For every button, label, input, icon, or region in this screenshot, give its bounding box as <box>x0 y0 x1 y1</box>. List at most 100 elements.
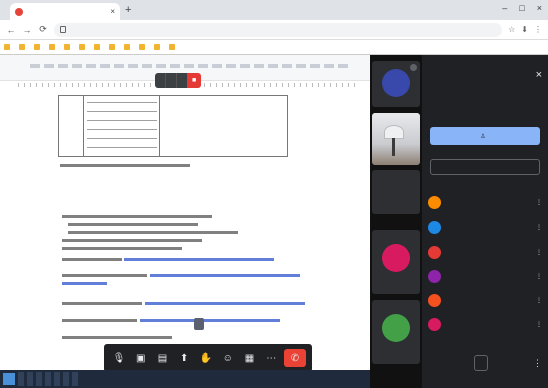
view-share-button[interactable] <box>194 318 204 330</box>
lamp-shade <box>384 125 404 139</box>
bookmark-item[interactable] <box>64 44 72 50</box>
bookmark-item[interactable] <box>79 44 87 50</box>
captions-icon: ▤ <box>157 352 168 364</box>
bookmark-item[interactable] <box>49 44 57 50</box>
bookmark-item[interactable] <box>139 44 147 50</box>
tab-close-icon[interactable]: × <box>110 7 115 16</box>
bookmark-item[interactable] <box>169 44 177 50</box>
participant-options-icon[interactable]: ⋮ <box>536 273 542 280</box>
reload-button[interactable]: ⟳ <box>38 24 48 35</box>
participant-row[interactable]: ⋮ <box>428 193 542 211</box>
hand-icon: ✋ <box>199 352 213 364</box>
present-icon: ⬆ <box>180 352 189 364</box>
participant-row[interactable]: ⋮ <box>428 218 542 236</box>
more-icon: ⋯ <box>266 352 277 364</box>
minimize-button[interactable]: – <box>502 3 507 13</box>
forward-button[interactable]: → <box>22 25 32 35</box>
participant-options-icon[interactable]: ⋮ <box>536 199 542 206</box>
taskbar-item[interactable] <box>36 372 42 386</box>
activities-button[interactable]: ▦ <box>241 349 259 367</box>
close-window-button[interactable]: × <box>537 3 542 13</box>
bookmark-item[interactable] <box>109 44 117 50</box>
add-people-button[interactable]: ♙ <box>430 127 540 145</box>
copy-link-button[interactable] <box>430 159 540 175</box>
taskbar-item[interactable] <box>63 372 69 386</box>
url-field[interactable] <box>54 22 503 37</box>
participant-avatar <box>428 220 441 234</box>
document-link-line <box>140 319 280 322</box>
camera-feed <box>372 113 420 165</box>
document-text-line <box>62 336 172 339</box>
participant-avatar <box>428 293 441 307</box>
browser-menu-icon[interactable]: ⋮ <box>534 25 542 34</box>
apps-icon: ▦ <box>244 352 255 364</box>
camera-icon: ▣ <box>136 352 146 364</box>
lock-icon <box>60 26 66 33</box>
captions-button[interactable]: ▤ <box>154 349 172 367</box>
participant-avatar <box>382 314 410 342</box>
bookmark-item[interactable] <box>94 44 102 50</box>
bookmark-icon <box>109 44 115 50</box>
back-button[interactable]: ← <box>6 25 16 35</box>
bookmark-icon <box>154 44 160 50</box>
participant-options-icon[interactable]: ⋮ <box>536 224 542 231</box>
panel-more-icon[interactable]: ⋮ <box>533 358 542 369</box>
panel-header: × <box>428 69 542 81</box>
new-tab-button[interactable]: + <box>125 4 131 16</box>
taskbar-item[interactable] <box>45 372 51 386</box>
video-tile[interactable] <box>372 300 420 364</box>
raise-hand-button[interactable]: ✋ <box>197 349 215 367</box>
bookmark-icon <box>79 44 85 50</box>
participant-row[interactable]: ⋮ <box>428 267 542 285</box>
star-icon[interactable]: ☆ <box>508 25 515 34</box>
shared-document <box>0 55 370 370</box>
document-toolbar-buttons <box>30 64 350 68</box>
bookmark-item[interactable] <box>124 44 132 50</box>
document-text-line <box>68 231 238 234</box>
mute-all-button[interactable] <box>474 355 488 371</box>
address-bar-icons: ☆ ⬇ ⋮ <box>508 25 542 34</box>
present-button[interactable]: ⬆ <box>175 349 193 367</box>
meeting-controls: 🎙 ▣ ▤ ⬆ ✋ ☺ ▦ ⋯ ✆ <box>104 344 312 372</box>
bookmark-item[interactable] <box>34 44 42 50</box>
video-tile[interactable] <box>372 170 420 214</box>
video-tile[interactable] <box>372 113 420 165</box>
mic-button[interactable]: 🎙 <box>110 349 128 367</box>
bookmark-item[interactable] <box>4 44 12 50</box>
meeting-time <box>165 73 176 88</box>
participant-row[interactable]: ⋮ <box>428 243 542 261</box>
lamp-stand <box>392 138 395 156</box>
taskbar-item[interactable] <box>27 372 33 386</box>
taskbar-item[interactable] <box>72 372 78 386</box>
participant-count <box>176 73 187 88</box>
table-column-divider <box>83 96 84 156</box>
participant-avatar <box>382 244 410 272</box>
taskbar-item[interactable] <box>54 372 60 386</box>
video-tile[interactable] <box>372 230 420 294</box>
maximize-button[interactable]: □ <box>519 3 524 13</box>
bookmark-item[interactable] <box>19 44 27 50</box>
participant-options-icon[interactable]: ⋮ <box>536 249 542 256</box>
camera-button[interactable]: ▣ <box>132 349 150 367</box>
document-link-line <box>124 258 274 261</box>
participant-options-icon[interactable]: ⋮ <box>536 321 542 328</box>
bookmark-icon <box>4 44 10 50</box>
browser-tab[interactable]: × <box>10 3 120 20</box>
download-icon[interactable]: ⬇ <box>521 25 528 34</box>
browser-tab-bar: × + – □ × <box>0 0 548 20</box>
leave-call-button[interactable]: ✆ <box>284 349 306 367</box>
participant-avatar <box>382 69 410 97</box>
reactions-button[interactable]: ☺ <box>219 349 237 367</box>
start-icon[interactable] <box>3 373 15 385</box>
stop-sharing-button[interactable]: ■ <box>187 73 202 88</box>
bookmark-item[interactable] <box>154 44 162 50</box>
document-link-line <box>62 282 107 285</box>
video-tile[interactable] <box>372 61 420 107</box>
participant-options-icon[interactable]: ⋮ <box>536 297 542 304</box>
participant-row[interactable]: ⋮ <box>428 315 542 333</box>
more-options-button[interactable]: ⋯ <box>262 349 280 367</box>
taskbar-item[interactable] <box>18 372 24 386</box>
participant-row[interactable]: ⋮ <box>428 291 542 309</box>
close-panel-icon[interactable]: × <box>536 69 542 81</box>
mic-muted-icon <box>410 64 417 71</box>
